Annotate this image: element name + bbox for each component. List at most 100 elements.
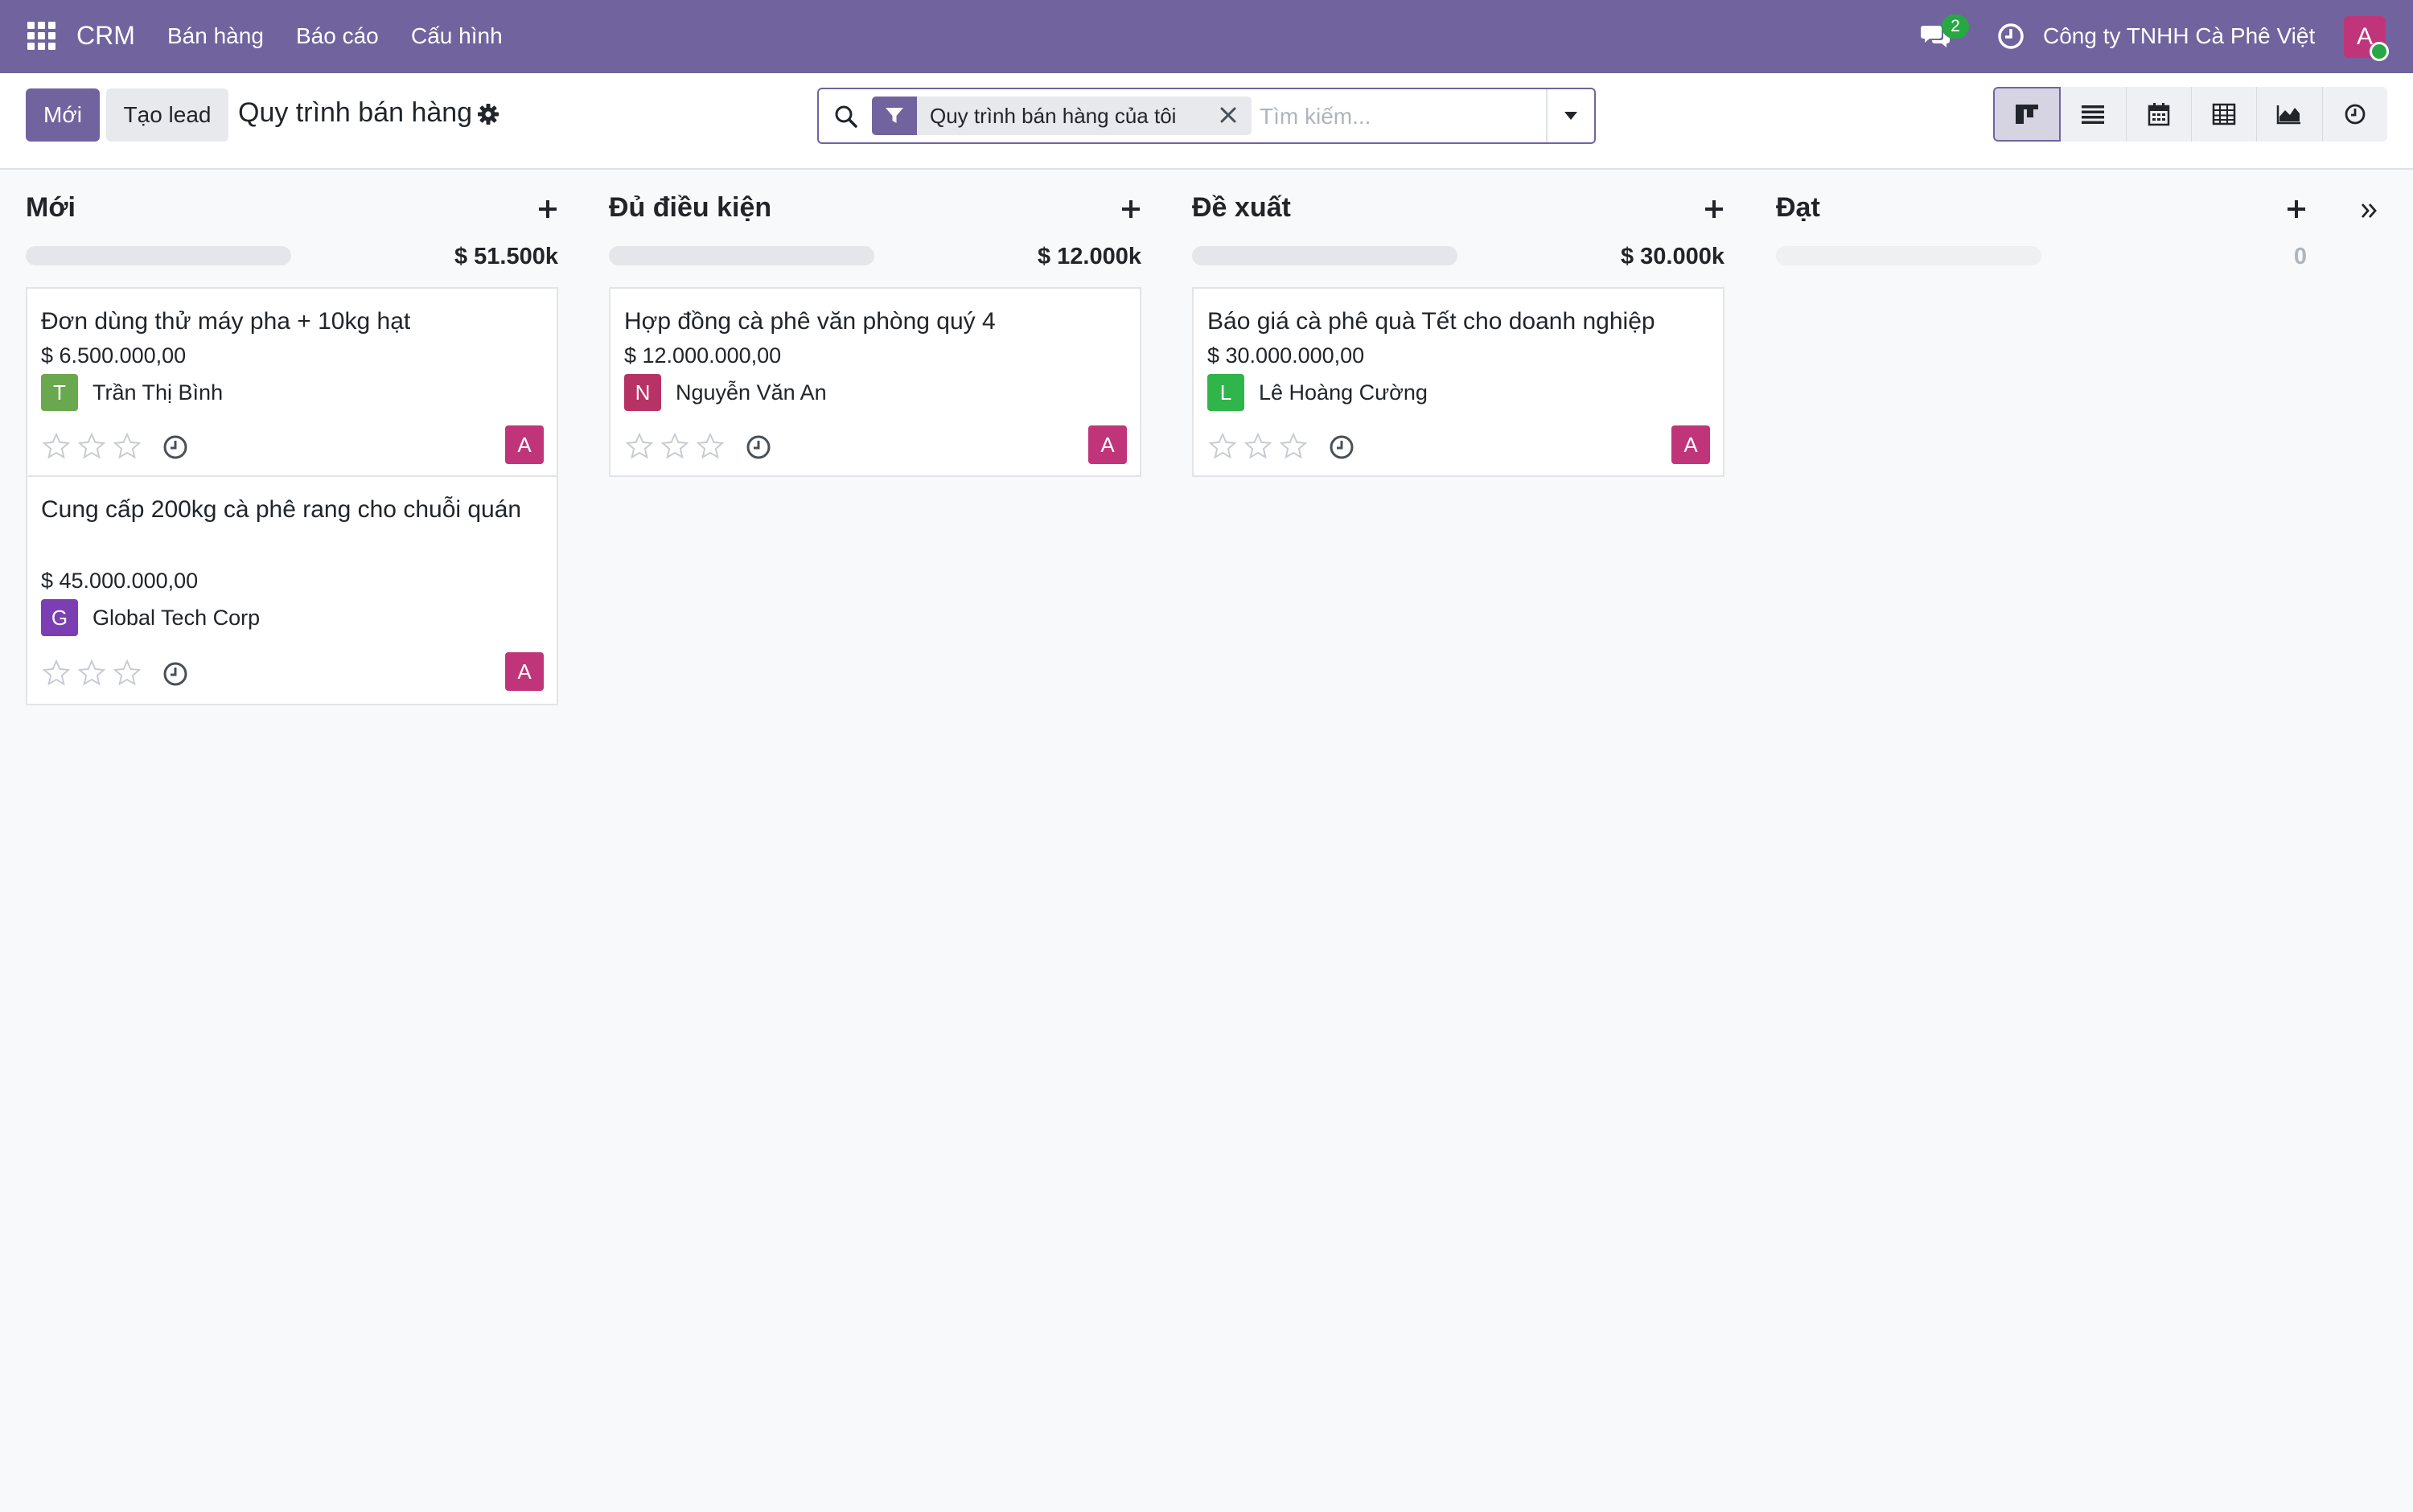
plus-icon[interactable] <box>2286 199 2307 220</box>
card-title: Báo giá cà phê quà Tết cho doanh nghiệp <box>1207 308 1655 335</box>
list-icon <box>2082 105 2105 124</box>
contact-avatar: G <box>41 599 78 636</box>
column-progress-bar[interactable] <box>26 246 291 265</box>
gear-icon[interactable] <box>477 103 499 125</box>
contact-name: Trần Thị Bình <box>92 380 224 405</box>
column-total: 0 <box>2293 244 2307 269</box>
close-icon[interactable] <box>1218 105 1239 125</box>
column-title[interactable]: Mới <box>26 192 76 224</box>
graph-view-button[interactable] <box>2257 87 2323 142</box>
online-status-dot <box>2370 42 2389 61</box>
card-title: Hợp đồng cà phê văn phòng quý 4 <box>624 308 996 335</box>
app-brand[interactable]: CRM <box>76 21 135 51</box>
kanban-card[interactable]: Cung cấp 200kg cà phê rang cho chuỗi quá… <box>26 475 558 705</box>
column-progress-bar[interactable] <box>1192 246 1457 265</box>
star-icon[interactable] <box>76 432 107 461</box>
search-options-toggle[interactable] <box>1546 89 1594 142</box>
menu-reporting[interactable]: Báo cáo <box>296 23 379 49</box>
column-total: $ 12.000k <box>1037 244 1141 269</box>
kanban-card[interactable]: Đơn dùng thử máy pha + 10kg hạt $ 6.500.… <box>26 287 558 477</box>
contact-name: Global Tech Corp <box>92 605 261 630</box>
kanban-icon <box>2016 105 2039 124</box>
activity-clock-icon[interactable] <box>745 433 772 461</box>
card-contact: L Lê Hoàng Cường <box>1207 374 1428 411</box>
company-switcher[interactable]: Công ty TNHH Cà Phê Việt <box>2043 23 2315 49</box>
pivot-view-button[interactable] <box>2191 87 2258 142</box>
pivot-icon <box>2212 103 2236 125</box>
contact-avatar: T <box>41 374 78 411</box>
star-icon[interactable] <box>695 432 726 461</box>
activity-view-button[interactable] <box>2322 87 2387 142</box>
list-view-button[interactable] <box>2061 87 2127 142</box>
star-icon[interactable] <box>112 432 142 461</box>
app-grid-icon[interactable] <box>27 22 56 51</box>
card-amount: $ 12.000.000,00 <box>624 343 782 368</box>
card-title: Đơn dùng thử máy pha + 10kg hạt <box>41 308 411 335</box>
star-icon[interactable] <box>624 432 655 461</box>
salesperson-avatar[interactable]: A <box>1088 425 1127 464</box>
column-title[interactable]: Đề xuất <box>1192 192 1291 224</box>
kanban-card[interactable]: Báo giá cà phê quà Tết cho doanh nghiệp … <box>1192 287 1724 477</box>
activity-icon <box>2345 104 2366 125</box>
plus-icon[interactable] <box>1704 199 1724 220</box>
fold-column-icon[interactable] <box>2358 199 2381 222</box>
plus-icon[interactable] <box>1120 199 1141 220</box>
card-footer: A <box>624 425 1127 464</box>
facet-label: Quy trình bán hàng của tôi <box>930 103 1177 128</box>
search-bar: Quy trình bán hàng của tôi <box>817 88 1596 144</box>
column-progress-bar[interactable] <box>1776 246 2041 265</box>
card-footer: A <box>1207 425 1710 464</box>
view-switcher <box>1993 87 2387 142</box>
search-input[interactable] <box>1260 99 1549 134</box>
card-title: Cung cấp 200kg cà phê rang cho chuỗi quá… <box>41 496 522 523</box>
card-amount: $ 6.500.000,00 <box>41 343 187 368</box>
calendar-icon <box>2148 103 2170 126</box>
kanban-view-button[interactable] <box>1993 87 2062 142</box>
contact-avatar: L <box>1207 374 1244 411</box>
plus-icon[interactable] <box>537 199 558 220</box>
star-icon[interactable] <box>112 659 142 688</box>
search-icon <box>835 105 857 128</box>
activity-clock-icon[interactable] <box>162 433 189 461</box>
star-icon[interactable] <box>41 432 72 461</box>
star-icon[interactable] <box>1278 432 1309 461</box>
card-footer: A <box>41 425 544 464</box>
create-lead-button[interactable]: Tạo lead <box>106 88 228 142</box>
menu-configuration[interactable]: Cấu hình <box>411 23 503 49</box>
star-icon[interactable] <box>76 659 107 688</box>
card-amount: $ 30.000.000,00 <box>1207 343 1365 368</box>
column-progress-bar[interactable] <box>609 246 874 265</box>
column-total: $ 51.500k <box>454 244 558 269</box>
menu-sales[interactable]: Bán hàng <box>167 23 264 49</box>
card-contact: T Trần Thị Bình <box>41 374 223 411</box>
new-button[interactable]: Mới <box>26 88 100 142</box>
star-icon[interactable] <box>41 659 72 688</box>
star-icon[interactable] <box>1207 432 1238 461</box>
priority-stars <box>1207 432 1309 461</box>
contact-name: Nguyễn Văn An <box>676 380 827 405</box>
column-total: $ 30.000k <box>1620 244 1724 269</box>
contact-avatar: N <box>624 374 661 411</box>
column-title[interactable]: Đạt <box>1776 192 1820 224</box>
activity-clock-icon[interactable] <box>1996 22 2025 51</box>
card-footer: A <box>41 652 544 691</box>
calendar-view-button[interactable] <box>2126 87 2192 142</box>
priority-stars <box>41 659 142 688</box>
star-icon[interactable] <box>1243 432 1273 461</box>
salesperson-avatar[interactable]: A <box>1671 425 1710 464</box>
activity-clock-icon[interactable] <box>1328 433 1355 461</box>
card-contact: G Global Tech Corp <box>41 599 260 636</box>
salesperson-avatar[interactable]: A <box>505 425 544 464</box>
star-icon[interactable] <box>660 432 690 461</box>
caret-down-icon <box>1564 112 1577 120</box>
contact-name: Lê Hoàng Cường <box>1259 380 1428 405</box>
message-count-badge: 2 <box>1942 14 1969 39</box>
activity-clock-icon[interactable] <box>162 660 189 688</box>
top-navbar: CRM Bán hàng Báo cáo Cấu hình 2 Công ty … <box>0 0 2413 73</box>
priority-stars <box>624 432 726 461</box>
salesperson-avatar[interactable]: A <box>505 652 544 691</box>
column-title[interactable]: Đủ điều kiện <box>609 192 771 224</box>
priority-stars <box>41 432 142 461</box>
kanban-card[interactable]: Hợp đồng cà phê văn phòng quý 4 $ 12.000… <box>609 287 1141 477</box>
control-panel: Mới Tạo lead Quy trình bán hàng Quy trìn… <box>0 73 2413 170</box>
